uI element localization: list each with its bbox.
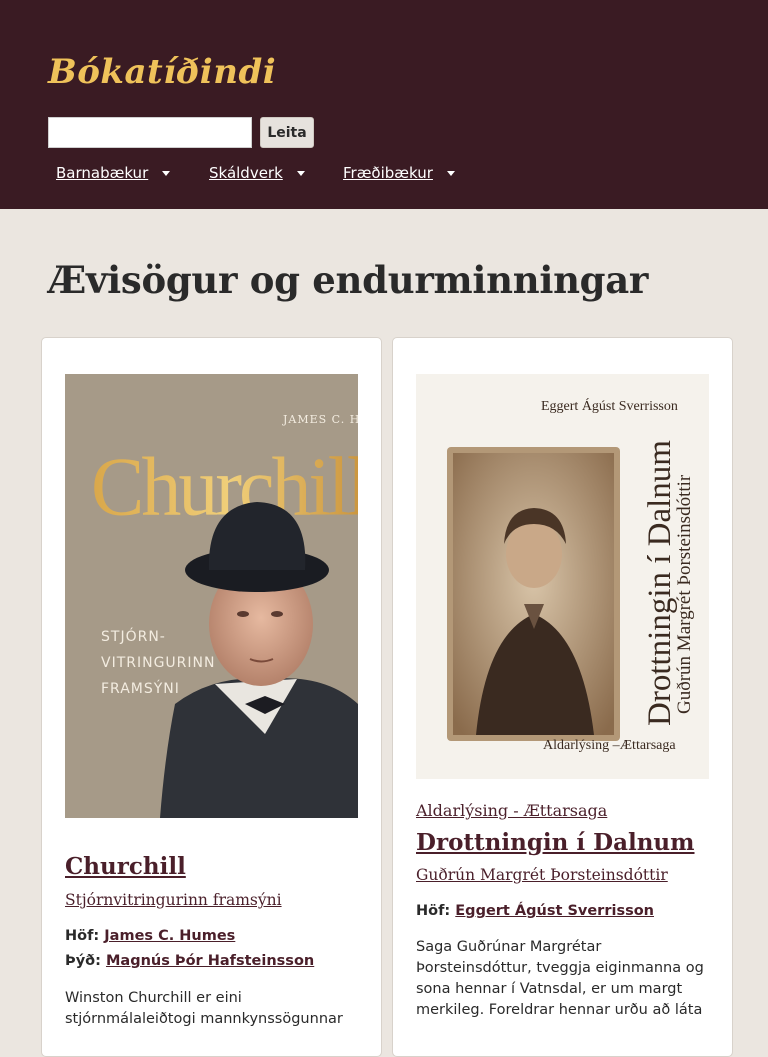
- author-credit: Höf: James C. Humes: [65, 928, 235, 944]
- book-title-link[interactable]: Churchill: [65, 853, 186, 880]
- search-bar: Leita: [48, 117, 314, 148]
- page-title: Ævisögur og endurminningar: [48, 258, 649, 302]
- caret-down-icon: [446, 170, 455, 176]
- credit-role: Höf:: [416, 903, 451, 919]
- nav-item-skaldverk[interactable]: Skáldverk: [209, 164, 343, 182]
- search-input[interactable]: [48, 117, 252, 148]
- translator-link[interactable]: Magnús Þór Hafsteinsson: [106, 953, 314, 969]
- translator-credit: Þýð: Magnús Þór Hafsteinsson: [65, 953, 314, 969]
- cover-subject: Guðrún Margrét Þorsteinsdóttir: [674, 474, 695, 714]
- credit-role: Þýð:: [65, 953, 101, 969]
- book-card: JAMES C. HUMES Churchill STJÓRN- VITRING…: [41, 337, 382, 1057]
- cover-subtitle-line: STJÓRN-: [101, 627, 166, 645]
- nav-item-fraedibaekur[interactable]: Fræðibækur: [343, 164, 455, 182]
- caret-down-icon: [162, 170, 171, 176]
- book-card: Eggert Ágúst Sverrisson Drottningin í Da…: [392, 337, 733, 1057]
- genre-link[interactable]: Aldarlýsing - Ættarsaga: [416, 801, 607, 820]
- site-logo[interactable]: Bókatíðindi: [48, 52, 720, 92]
- cover-subtitle-line: FRAMSÝNI: [101, 680, 180, 697]
- book-title-link[interactable]: Drottningin í Dalnum: [416, 829, 695, 856]
- nav-item-label: Fræðibækur: [343, 164, 433, 182]
- cover-art: JAMES C. HUMES Churchill STJÓRN- VITRING…: [65, 374, 358, 818]
- book-description: Saga Guðrúnar Margrétar Þorsteinsdóttur,…: [416, 939, 704, 1018]
- search-button[interactable]: Leita: [260, 117, 314, 148]
- cover-title: Drottningin í Dalnum: [642, 440, 678, 726]
- cover-author: Eggert Ágúst Sverrisson: [541, 397, 678, 414]
- nav-item-barnabaekur[interactable]: Barnabækur: [56, 164, 209, 182]
- book-subtitle-link[interactable]: Guðrún Margrét Þorsteinsdóttir: [416, 866, 668, 884]
- author-credit: Höf: Eggert Ágúst Sverrisson: [416, 903, 654, 919]
- author-link[interactable]: James C. Humes: [104, 928, 235, 944]
- book-cover-image[interactable]: JAMES C. HUMES Churchill STJÓRN- VITRING…: [65, 374, 358, 818]
- cover-subtitle-line: VITRINGURINN: [101, 655, 215, 671]
- cover-art: Eggert Ágúst Sverrisson Drottningin í Da…: [416, 374, 709, 779]
- nav-item-label: Skáldverk: [209, 164, 283, 182]
- cover-footer: Aldarlýsing –Ættarsaga: [543, 738, 676, 753]
- book-subtitle-link[interactable]: Stjórnvitringurinn framsýni: [65, 891, 282, 909]
- caret-down-icon: [296, 170, 305, 176]
- author-link[interactable]: Eggert Ágúst Sverrisson: [455, 903, 654, 919]
- nav-item-label: Barnabækur: [56, 164, 149, 182]
- site-header: Bókatíðindi Leita Barnabækur Skáldverk F…: [0, 0, 768, 209]
- cover-author: JAMES C. HUMES: [282, 413, 358, 426]
- book-cover-image[interactable]: Eggert Ágúst Sverrisson Drottningin í Da…: [416, 374, 709, 779]
- credit-role: Höf:: [65, 928, 100, 944]
- main-nav: Barnabækur Skáldverk Fræðibækur: [56, 164, 455, 182]
